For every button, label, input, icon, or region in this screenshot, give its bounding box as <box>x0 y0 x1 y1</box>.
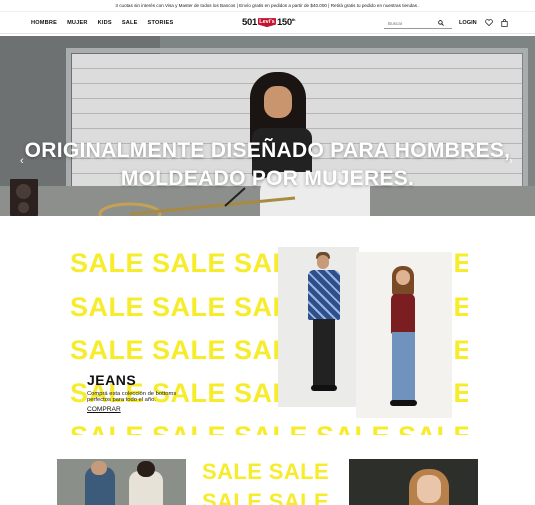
model-head <box>317 255 329 269</box>
model-shoes <box>311 385 337 391</box>
category-tile-couple[interactable] <box>57 459 186 505</box>
hero-next-arrow-icon[interactable]: › <box>509 155 513 167</box>
wishlist-heart-icon[interactable] <box>485 19 493 26</box>
tile-sale-row: SALE SALE SALE <box>202 489 332 505</box>
hero-prev-arrow-icon[interactable]: ‹ <box>20 155 24 167</box>
nav-item-mujer[interactable]: MUJER <box>67 20 88 26</box>
model-jeans <box>392 332 415 402</box>
main-menu: HOMBRE MUJER KIDS SALE STORIES <box>31 20 173 26</box>
model-pants <box>313 319 335 387</box>
search-box <box>384 18 452 29</box>
nav-item-sale[interactable]: SALE <box>122 20 138 26</box>
login-link[interactable]: LOGIN <box>459 20 477 26</box>
top-navigation: HOMBRE MUJER KIDS SALE STORIES 501 Levi'… <box>0 12 535 34</box>
search-icon[interactable] <box>438 20 444 26</box>
tile-model-face <box>417 475 441 503</box>
hero-model-face <box>264 86 292 118</box>
model-patterned-shirt <box>308 270 340 320</box>
model-top <box>391 294 415 334</box>
category-tile-portrait[interactable] <box>349 459 478 505</box>
tile-model-hair <box>137 461 155 477</box>
nav-item-stories[interactable]: STORIES <box>148 20 174 26</box>
sale-row: SALE SALE SALE SALE SALE SALE <box>70 423 468 436</box>
hero-headline-line-2: MOLDEADO POR MUJERES. <box>120 167 415 190</box>
product-photo-women[interactable] <box>356 252 452 418</box>
tile-model-head <box>91 461 107 475</box>
logo-501: 501 <box>242 17 257 29</box>
category-tile-sale[interactable]: SALE SALE SALE SALE SALE SALE <box>202 459 332 505</box>
hero-headline: ORIGINALMENTE DISEÑADO PARA HOMBRES, MOL… <box>0 137 535 193</box>
model-head <box>396 270 410 285</box>
logo-150: 150th <box>276 17 296 29</box>
brand-logo[interactable]: 501 Levi's 150th <box>242 17 295 28</box>
nav-item-hombre[interactable]: HOMBRE <box>31 20 57 26</box>
hero-headline-line-1: ORIGINALMENTE DISEÑADO PARA HOMBRES, <box>24 139 511 162</box>
feature-title: JEANS <box>87 372 137 388</box>
promo-text: 3 cuotas sin interés con Visa y Master d… <box>115 3 420 8</box>
hero-banner[interactable]: ORIGINALMENTE DISEÑADO PARA HOMBRES, MOL… <box>0 36 535 216</box>
search-input[interactable] <box>384 20 438 26</box>
model-shoes <box>390 400 417 406</box>
nav-item-kids[interactable]: KIDS <box>98 20 112 26</box>
promo-bar: 3 cuotas sin interés con Visa y Master d… <box>0 0 535 12</box>
tile-sale-row: SALE SALE SALE <box>202 459 332 484</box>
levis-batwing-logo: Levi's <box>257 18 276 28</box>
feature-cta-link[interactable]: COMPRAR <box>87 406 121 413</box>
product-photo-men[interactable] <box>278 247 359 407</box>
shopping-bag-icon[interactable] <box>501 19 508 27</box>
feature-description: Comprá esta colección de bottoms perfect… <box>87 391 177 404</box>
